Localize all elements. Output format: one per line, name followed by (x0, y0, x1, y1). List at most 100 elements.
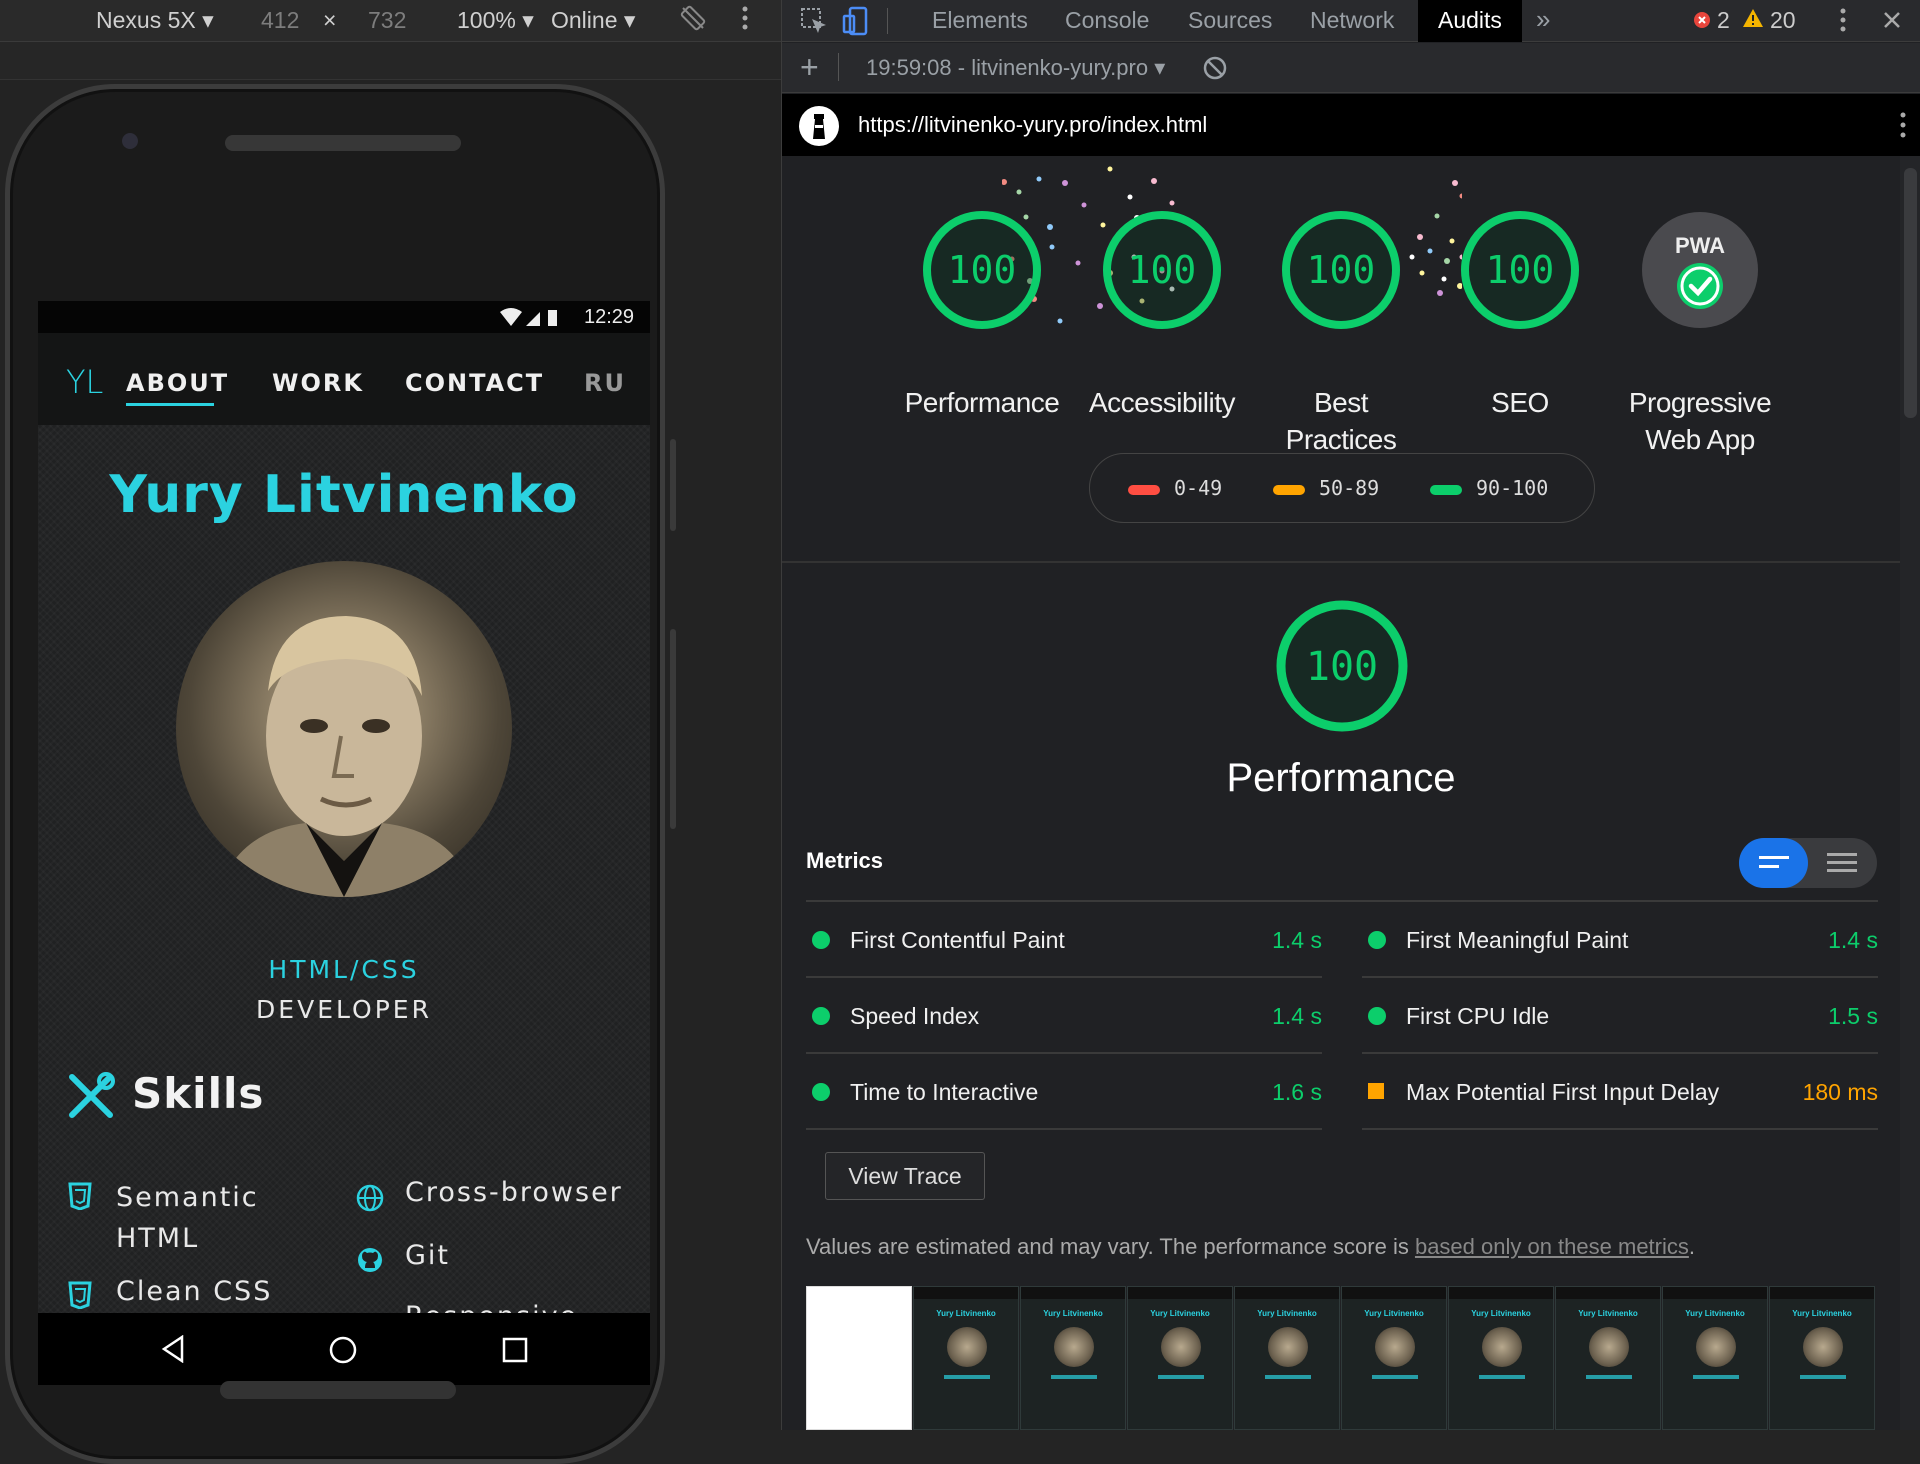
pwa-badge-icon: PWA (1642, 212, 1758, 328)
gauge-pwa[interactable]: PWA Progressive Web App (1625, 208, 1775, 455)
role-line-2: DEVELOPER (256, 995, 432, 1024)
speaker-grille (225, 135, 461, 151)
tab-audits[interactable]: Audits (1418, 0, 1522, 42)
gauge-ring: 100 (1461, 211, 1579, 329)
filmstrip-frame: Yury Litvinenko (1127, 1286, 1233, 1430)
legend-average: 50-89 (1273, 476, 1379, 500)
section-divider (782, 561, 1900, 563)
nav-lang-ru[interactable]: RU (584, 369, 626, 397)
volume-button (670, 629, 676, 829)
signal-icons (500, 308, 557, 326)
bottom-speaker (220, 1381, 456, 1399)
confetti-dot (1151, 178, 1157, 184)
view-trace-button[interactable]: View Trace (825, 1152, 985, 1200)
lighthouse-report: 100 Performance 100 Accessibility 100 Be… (782, 156, 1900, 1430)
device-select[interactable]: Nexus 5X ▾ (96, 7, 214, 34)
zoom-select[interactable]: 100% ▾ (457, 7, 534, 34)
tools-icon (69, 1072, 115, 1118)
lighthouse-logo-icon (799, 106, 839, 146)
more-tabs-icon[interactable]: » (1536, 4, 1550, 35)
expanded-view-icon[interactable] (1827, 852, 1857, 874)
metrics-link[interactable]: based only on these metrics (1415, 1234, 1689, 1259)
frame-caption: Yury Litvinenko (1150, 1309, 1210, 1318)
hero-name: Yury Litvinenko (109, 465, 579, 525)
nav-work[interactable]: WORK (272, 369, 364, 397)
scrollbar-thumb[interactable] (1904, 168, 1917, 418)
frame-caption: Yury Litvinenko (936, 1309, 996, 1318)
metric-name: Max Potential First Input Delay (1406, 1079, 1720, 1105)
inspect-element-icon[interactable] (800, 7, 828, 35)
confetti-dot (1427, 248, 1433, 254)
metric-row: First CPU Idle 1.5 s (1362, 978, 1878, 1054)
nav-active-underline (126, 403, 214, 406)
gauge-ring: 100 (923, 211, 1041, 329)
performance-title: Performance (1226, 756, 1456, 800)
metric-value: 180 ms (1802, 1079, 1878, 1105)
metric-name: First Contentful Paint (850, 927, 1065, 953)
devtools-menu-icon[interactable] (1838, 6, 1848, 34)
gauge-accessibility[interactable]: 100 Accessibility (1087, 208, 1237, 418)
report-menu-icon[interactable] (1898, 110, 1908, 140)
site-logo[interactable]: YL (66, 363, 103, 401)
recents-icon[interactable] (502, 1337, 528, 1363)
error-count[interactable]: 2 (1717, 7, 1730, 34)
android-nav-bar (38, 1313, 650, 1385)
back-icon[interactable] (160, 1335, 186, 1363)
phone-frame: 12:29 YL ABOUT WORK CONTACT RU Yury Litv… (5, 84, 676, 1464)
css3-icon (68, 1281, 92, 1309)
skill-semantic-line2: HTML (116, 1223, 200, 1254)
home-icon[interactable] (328, 1335, 358, 1365)
report-select[interactable]: 19:59:08 - litvinenko-yury.pro ▾ (866, 55, 1165, 81)
close-devtools-icon[interactable] (1882, 10, 1902, 30)
devtools-pane: Elements Console Sources Network Audits … (781, 0, 1920, 1430)
gauge-performance[interactable]: 100 Performance (905, 208, 1060, 418)
frame-caption: Yury Litvinenko (1364, 1309, 1424, 1318)
gauge-best-practices[interactable]: 100 Best Practices (1266, 208, 1416, 455)
pass-indicator-icon (1368, 1007, 1386, 1025)
width-input[interactable]: 412 (261, 7, 299, 34)
metrics-view-toggle[interactable] (1739, 838, 1877, 888)
devtools-tabbar: Elements Console Sources Network Audits … (782, 0, 1920, 42)
device-mode-icon[interactable] (842, 6, 870, 36)
more-options-icon[interactable] (740, 4, 750, 38)
confetti-dot (1452, 180, 1458, 186)
confetti-dot (1127, 194, 1133, 200)
warning-count[interactable]: 20 (1770, 7, 1796, 34)
tab-console[interactable]: Console (1065, 0, 1149, 42)
confetti-dot (1075, 260, 1081, 266)
pass-indicator-icon (812, 931, 830, 949)
gauge-seo[interactable]: 100 SEO (1445, 208, 1595, 418)
gauge-label: SEO (1491, 387, 1549, 418)
warning-icon (1743, 9, 1763, 27)
nav-about[interactable]: ABOUT (126, 369, 229, 397)
report-scrollbar[interactable] (1900, 156, 1920, 1430)
role-line-1: HTML/CSS (268, 955, 420, 984)
tab-network[interactable]: Network (1310, 0, 1394, 42)
new-audit-icon[interactable]: + (800, 49, 819, 86)
report-url[interactable]: https://litvinenko-yury.pro/index.html (858, 112, 1207, 138)
metric-row: First Meaningful Paint 1.4 s (1362, 902, 1878, 978)
throttle-select[interactable]: Online ▾ (551, 7, 635, 34)
gauge-label: Accessibility (1089, 387, 1235, 418)
gauge-score: 100 (1486, 248, 1555, 292)
gauge-ring: 100 (1103, 211, 1221, 329)
device-toolbar: Nexus 5X ▾ 412 × 732 100% ▾ Online ▾ (0, 0, 781, 42)
metrics-heading: Metrics (806, 848, 884, 873)
height-input[interactable]: 732 (368, 7, 406, 34)
metric-row: First Contentful Paint 1.4 s (806, 902, 1322, 978)
tab-sources[interactable]: Sources (1188, 0, 1272, 42)
rotate-icon[interactable] (680, 5, 706, 37)
nav-contact[interactable]: CONTACT (405, 369, 544, 397)
compact-view-button[interactable] (1739, 838, 1808, 888)
pass-indicator-icon (812, 1083, 830, 1101)
metric-row: Time to Interactive 1.6 s (806, 1054, 1322, 1130)
metric-value: 1.6 s (1272, 1079, 1322, 1105)
average-indicator-icon (1368, 1083, 1384, 1099)
filmstrip-frame: Yury Litvinenko (1020, 1286, 1126, 1430)
tab-elements[interactable]: Elements (932, 0, 1028, 42)
pass-indicator-icon (812, 1007, 830, 1025)
status-time: 12:29 (584, 306, 635, 328)
frame-caption: Yury Litvinenko (1471, 1309, 1531, 1318)
clear-icon[interactable] (1202, 55, 1228, 81)
github-icon (358, 1248, 382, 1272)
